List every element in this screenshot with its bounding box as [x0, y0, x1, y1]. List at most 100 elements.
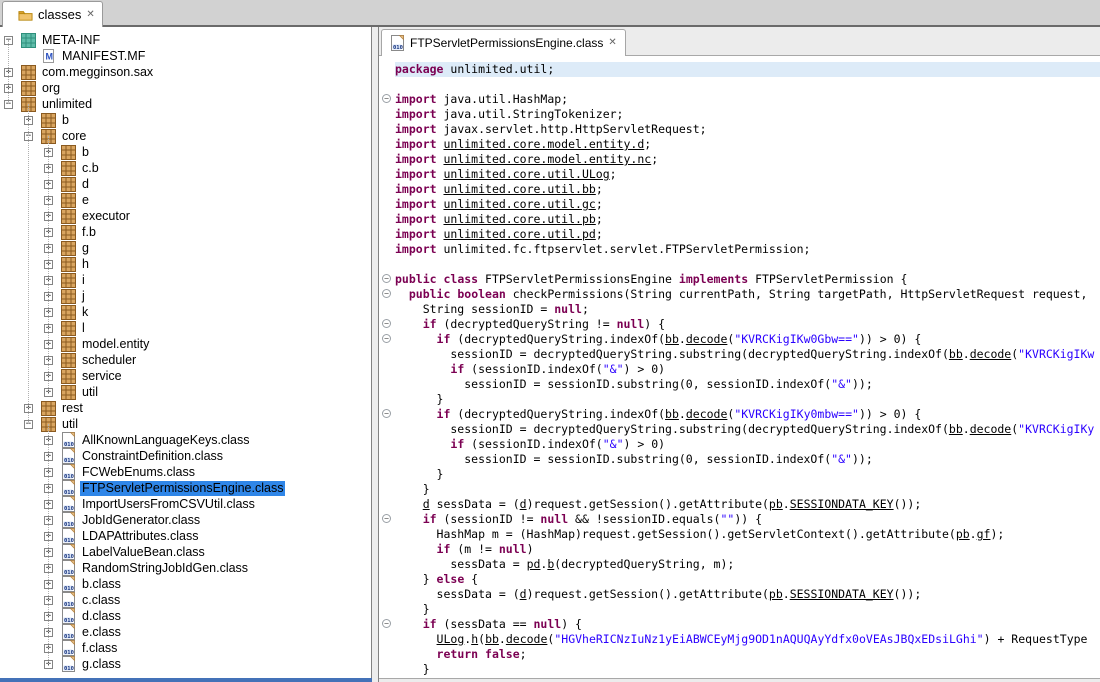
code-line: String sessionID = null;	[395, 302, 1100, 317]
class-icon: 010	[61, 560, 76, 576]
gutter-line	[379, 452, 395, 467]
code-line: return false;	[395, 647, 1100, 662]
tree-item-scheduler[interactable]: +scheduler	[0, 352, 371, 368]
class-icon: 010	[61, 464, 76, 480]
package-explorer-panel[interactable]: −META-INFMMANIFEST.MF+com.megginson.sax+…	[0, 27, 372, 678]
code-line: import javax.servlet.http.HttpServletReq…	[395, 122, 1100, 137]
tree-guide-line	[48, 424, 49, 664]
tree-item-JobIdGenerator.class[interactable]: +010JobIdGenerator.class	[0, 512, 371, 528]
gutter-line	[379, 647, 395, 662]
fold-collapse-icon[interactable]: −	[382, 409, 391, 418]
tree-item-service[interactable]: +service	[0, 368, 371, 384]
tree-item-label: h	[80, 257, 91, 272]
tree-item-b[interactable]: +b	[0, 112, 371, 128]
tree-item-unlimited[interactable]: −unlimited	[0, 96, 371, 112]
code-line: sessionID = sessionID.substring(0, sessi…	[395, 452, 1100, 467]
view-tab-strip	[0, 0, 1100, 27]
package-icon	[61, 192, 76, 208]
gutter-line	[379, 557, 395, 572]
gutter-line	[379, 482, 395, 497]
fold-collapse-icon[interactable]: −	[382, 619, 391, 628]
fold-collapse-icon[interactable]: −	[382, 514, 391, 523]
tree-item-ImportUsersFromCSVUtil.class[interactable]: +010ImportUsersFromCSVUtil.class	[0, 496, 371, 512]
tree-item-executor[interactable]: +executor	[0, 208, 371, 224]
code-line	[395, 77, 1100, 92]
close-icon[interactable]: ✕	[608, 38, 616, 48]
code-line: sessionID = sessionID.substring(0, sessi…	[395, 377, 1100, 392]
editor-tab[interactable]: 010 FTPServletPermissionsEngine.class ✕	[381, 29, 626, 56]
tree-item-j[interactable]: +j	[0, 288, 371, 304]
gutter-line	[379, 197, 395, 212]
code-line: sessData = (d)request.getSession().getAt…	[395, 587, 1100, 602]
tree-item-model.entity[interactable]: +model.entity	[0, 336, 371, 352]
package-icon	[61, 368, 76, 384]
tree-item-label: service	[80, 369, 124, 384]
fold-collapse-icon[interactable]: −	[382, 94, 391, 103]
tree-item-rest[interactable]: +rest	[0, 400, 371, 416]
gutter-line	[379, 302, 395, 317]
tree-item-d[interactable]: +d	[0, 176, 371, 192]
class-icon: 010	[61, 480, 76, 496]
tree-item-label: g.class	[80, 657, 123, 672]
tree-item-e[interactable]: +e	[0, 192, 371, 208]
tree-item-com.megginson.sax[interactable]: +com.megginson.sax	[0, 64, 371, 80]
tree-item-util[interactable]: −util	[0, 416, 371, 432]
tree-item-label: j	[80, 289, 87, 304]
fold-collapse-icon[interactable]: −	[382, 334, 391, 343]
code-line: import java.util.HashMap;	[395, 92, 1100, 107]
package-icon	[61, 144, 76, 160]
code-line: sessData = pd.b(decryptedQueryString, m)…	[395, 557, 1100, 572]
tree-item-d.class[interactable]: +010d.class	[0, 608, 371, 624]
tree-item-c.b[interactable]: +c.b	[0, 160, 371, 176]
decompiled-source[interactable]: package unlimited.util;import java.util.…	[395, 56, 1100, 678]
fold-collapse-icon[interactable]: −	[382, 289, 391, 298]
class-tree[interactable]: −META-INFMMANIFEST.MF+com.megginson.sax+…	[0, 27, 371, 672]
tree-item-g[interactable]: +g	[0, 240, 371, 256]
tree-item-i[interactable]: +i	[0, 272, 371, 288]
gutter-line	[379, 122, 395, 137]
package-icon	[61, 304, 76, 320]
tree-item-label: AllKnownLanguageKeys.class	[80, 433, 251, 448]
classes-tab[interactable]: classes ✕	[2, 1, 103, 27]
tree-item-FCWebEnums.class[interactable]: +010FCWebEnums.class	[0, 464, 371, 480]
tree-item-core[interactable]: −core	[0, 128, 371, 144]
tree-item-h[interactable]: +h	[0, 256, 371, 272]
fold-collapse-icon[interactable]: −	[382, 319, 391, 328]
gutter-line	[379, 422, 395, 437]
tree-item-label: MANIFEST.MF	[60, 49, 147, 64]
tree-item-LabelValueBean.class[interactable]: +010LabelValueBean.class	[0, 544, 371, 560]
tree-item-f.b[interactable]: +f.b	[0, 224, 371, 240]
tree-item-FTPServletPermissionsEngine.class[interactable]: +010FTPServletPermissionsEngine.class	[0, 480, 371, 496]
package-icon	[61, 256, 76, 272]
tree-item-label: LDAPAttributes.class	[80, 529, 200, 544]
tree-item-g.class[interactable]: +010g.class	[0, 656, 371, 672]
code-line: sessionID = decryptedQueryString.substri…	[395, 347, 1100, 362]
gutter-line	[379, 392, 395, 407]
tree-item-label: JobIdGenerator.class	[80, 513, 202, 528]
tree-item-ConstraintDefinition.class[interactable]: +010ConstraintDefinition.class	[0, 448, 371, 464]
tree-item-c.class[interactable]: +010c.class	[0, 592, 371, 608]
tree-item-b.class[interactable]: +010b.class	[0, 576, 371, 592]
fold-collapse-icon[interactable]: −	[382, 274, 391, 283]
tree-guide-line	[48, 136, 49, 392]
tree-item-org[interactable]: +org	[0, 80, 371, 96]
tree-item-label: scheduler	[80, 353, 138, 368]
tree-item-label: g	[80, 241, 91, 256]
tree-item-RandomStringJobIdGen.class[interactable]: +010RandomStringJobIdGen.class	[0, 560, 371, 576]
package-icon	[21, 80, 36, 96]
tree-item-META-INF[interactable]: −META-INF	[0, 32, 371, 48]
code-line: import unlimited.core.util.pd;	[395, 227, 1100, 242]
editor-tab-label: FTPServletPermissionsEngine.class	[410, 36, 603, 50]
tree-item-AllKnownLanguageKeys.class[interactable]: +010AllKnownLanguageKeys.class	[0, 432, 371, 448]
tree-item-MANIFEST.MF[interactable]: MMANIFEST.MF	[0, 48, 371, 64]
tree-item-b[interactable]: +b	[0, 144, 371, 160]
package-meta-icon	[21, 32, 36, 48]
tree-item-e.class[interactable]: +010e.class	[0, 624, 371, 640]
tree-item-k[interactable]: +k	[0, 304, 371, 320]
tree-item-LDAPAttributes.class[interactable]: +010LDAPAttributes.class	[0, 528, 371, 544]
code-area[interactable]: − − − − − − − − package unlimited.util;import j…	[379, 56, 1100, 678]
tree-item-f.class[interactable]: +010f.class	[0, 640, 371, 656]
tree-item-l[interactable]: +l	[0, 320, 371, 336]
close-icon[interactable]: ✕	[86, 10, 94, 20]
tree-item-util[interactable]: +util	[0, 384, 371, 400]
